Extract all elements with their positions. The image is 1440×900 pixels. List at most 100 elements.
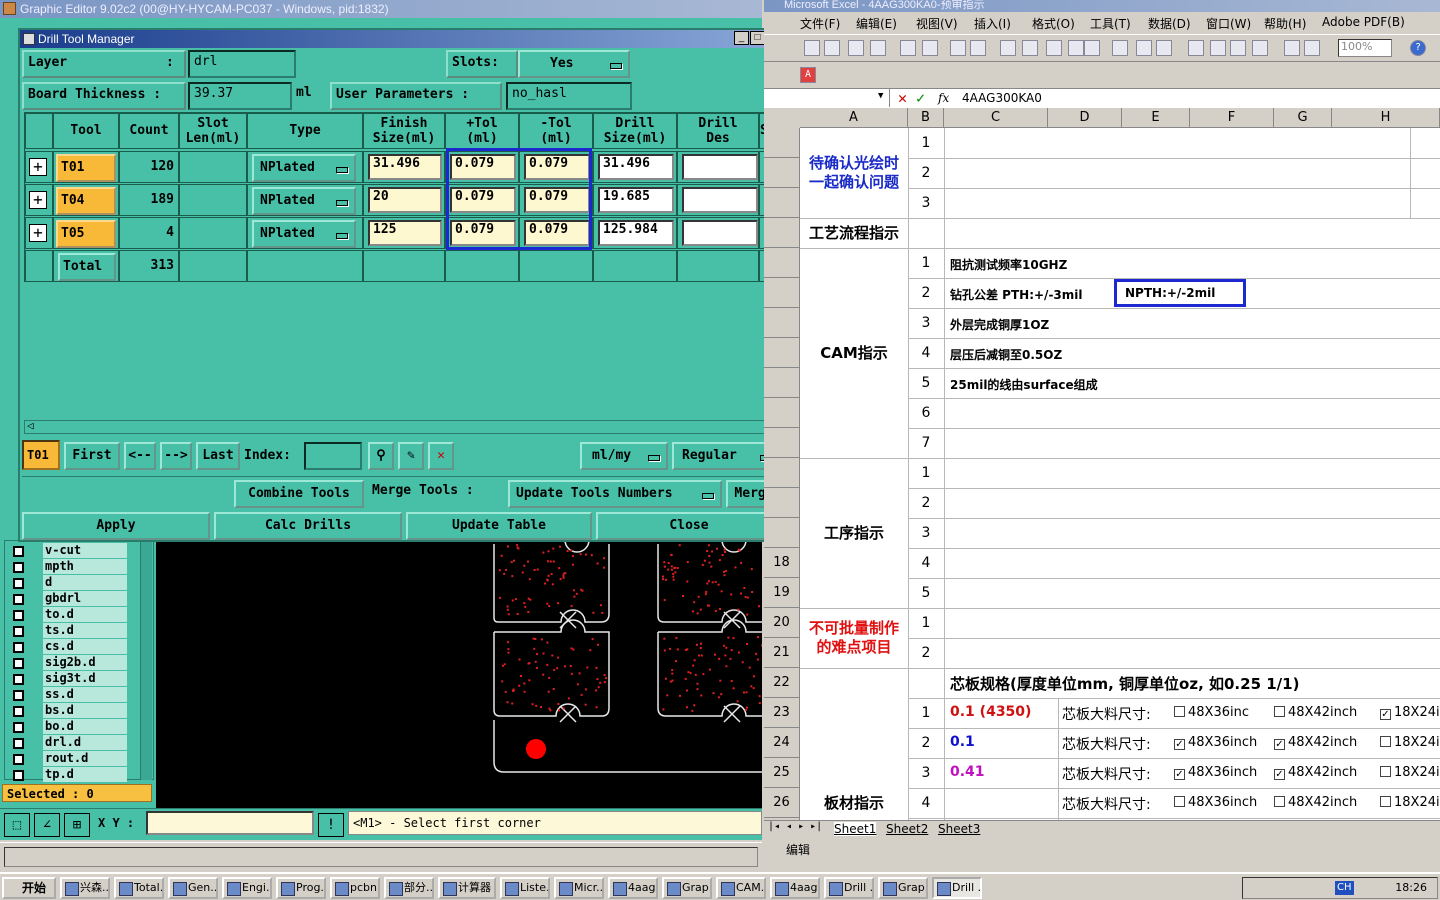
menu-item[interactable]: 文件(F) <box>800 15 840 32</box>
layer-name[interactable]: to.d <box>43 607 127 622</box>
graphic-canvas[interactable] <box>156 540 762 808</box>
tab-sheet3[interactable]: Sheet3 <box>938 822 980 836</box>
row-header[interactable]: 25 <box>764 758 800 788</box>
enter-icon[interactable]: ✓ <box>916 89 925 107</box>
tool-button[interactable]: T05 <box>56 220 116 248</box>
layer-name[interactable]: gbdrl <box>43 591 127 606</box>
toolbar-icon[interactable] <box>1084 40 1100 56</box>
tool-button[interactable]: T01 <box>56 154 116 182</box>
layer-list-scrollbar[interactable] <box>140 540 152 780</box>
layer-row[interactable]: sig2b.d <box>7 655 127 671</box>
column-header[interactable]: E <box>1122 108 1190 128</box>
toolbar-icon[interactable] <box>1068 40 1084 56</box>
formula-input[interactable]: 4AAG300KA0 <box>962 91 1042 105</box>
start-button[interactable]: 开始 <box>2 877 56 899</box>
language-indicator[interactable]: CH <box>1335 881 1354 895</box>
column-header[interactable]: F <box>1190 108 1274 128</box>
layer-checkbox[interactable] <box>13 706 24 717</box>
core-option[interactable]: ✓ 18X24i <box>1376 705 1440 720</box>
index-field[interactable] <box>304 442 362 470</box>
row-header[interactable] <box>764 218 800 248</box>
column-header[interactable]: B <box>908 108 944 128</box>
row-header[interactable]: 20 <box>764 608 800 638</box>
board-thickness-field[interactable]: 39.37 <box>188 82 292 110</box>
checkbox[interactable]: ✓ <box>1274 769 1285 780</box>
core-option[interactable]: 48X42inch <box>1270 795 1357 810</box>
name-box[interactable] <box>800 89 890 107</box>
row-header[interactable]: 22 <box>764 668 800 698</box>
layer-checkbox[interactable] <box>13 690 24 701</box>
close-button[interactable]: Close <box>596 512 782 540</box>
row-header[interactable] <box>764 338 800 368</box>
help-icon[interactable]: ? <box>1410 40 1426 56</box>
toolbar-icon[interactable] <box>1304 40 1320 56</box>
row-header[interactable] <box>764 488 800 518</box>
calc-drills-button[interactable]: Calc Drills <box>214 512 402 540</box>
taskbar-item[interactable]: Drill ... <box>932 877 982 899</box>
taskbar-item[interactable]: Engi... <box>222 877 272 899</box>
snap-icon[interactable]: ⬚ <box>4 813 30 837</box>
layer-row[interactable]: ss.d <box>7 687 127 703</box>
layer-name[interactable]: d <box>43 575 127 590</box>
toolbar-icon[interactable] <box>1136 40 1152 56</box>
toolbar-icon[interactable] <box>1112 40 1128 56</box>
toolbar-icon[interactable] <box>804 40 820 56</box>
slots-dropdown[interactable]: Yes <box>518 50 630 78</box>
toolbar-icon[interactable] <box>922 40 938 56</box>
layer-row[interactable]: sig3t.d <box>7 671 127 687</box>
row-header[interactable] <box>764 368 800 398</box>
layer-row[interactable]: d <box>7 575 127 591</box>
finish-size-input[interactable]: 31.496 <box>368 154 442 180</box>
menu-item[interactable]: Adobe PDF(B) <box>1322 15 1405 29</box>
combine-tools-button[interactable]: Combine Tools <box>234 480 364 508</box>
layer-row[interactable]: bs.d <box>7 703 127 719</box>
row-header[interactable]: 18 <box>764 548 800 578</box>
maximize-icon[interactable]: □ <box>750 31 765 45</box>
fx-icon[interactable]: fx <box>938 91 949 105</box>
taskbar-item[interactable]: Liste... <box>500 877 550 899</box>
taskbar-item[interactable]: Total... <box>114 877 164 899</box>
layer-name[interactable]: rout.d <box>43 751 127 766</box>
layer-checkbox[interactable] <box>13 562 24 573</box>
row-header[interactable] <box>764 398 800 428</box>
layer-field[interactable]: drl <box>188 50 296 78</box>
taskbar-item[interactable]: Micr... <box>554 877 604 899</box>
toolbar-icon[interactable] <box>1156 40 1172 56</box>
taskbar-item[interactable]: Prog... <box>276 877 326 899</box>
drill-size-input[interactable]: 31.496 <box>598 154 674 180</box>
layer-name[interactable]: ts.d <box>43 623 127 638</box>
edit-icon[interactable]: ✎ <box>398 442 424 470</box>
checkbox[interactable] <box>1174 796 1185 807</box>
layer-row[interactable]: gbdrl <box>7 591 127 607</box>
layer-name[interactable]: cs.d <box>43 639 127 654</box>
pdf-icon[interactable]: A <box>800 67 816 83</box>
layer-name[interactable]: bs.d <box>43 703 127 718</box>
core-option[interactable]: 48X36inch <box>1170 795 1257 810</box>
menu-item[interactable]: 插入(I) <box>974 15 1011 32</box>
toolbar-icon[interactable] <box>1230 40 1246 56</box>
tool-button[interactable]: T04 <box>56 187 116 215</box>
core-option[interactable]: 48X36inc <box>1170 705 1249 720</box>
layer-checkbox[interactable] <box>13 674 24 685</box>
layer-name[interactable]: v-cut <box>43 543 127 558</box>
toolbar-icon[interactable] <box>1188 40 1204 56</box>
expand-icon[interactable]: + <box>29 158 47 176</box>
angle-icon[interactable]: ∠ <box>34 813 60 837</box>
update-tools-numbers-dropdown[interactable]: Update Tools Numbers <box>508 480 722 508</box>
layer-row[interactable]: rout.d <box>7 751 127 767</box>
menu-item[interactable]: 窗口(W) <box>1206 15 1251 32</box>
layer-checkbox[interactable] <box>13 738 24 749</box>
xy-input[interactable] <box>146 811 314 835</box>
taskbar-item[interactable]: Gen... <box>168 877 218 899</box>
row-header[interactable] <box>764 278 800 308</box>
taskbar-item[interactable]: pcbn... <box>330 877 380 899</box>
core-option[interactable]: 18X24i <box>1376 795 1440 810</box>
layer-checkbox[interactable] <box>13 578 24 589</box>
zoom-select[interactable]: 100% <box>1338 39 1392 57</box>
tab-sheet1[interactable]: Sheet1 <box>834 822 877 836</box>
column-header[interactable]: A <box>800 108 908 128</box>
layer-name[interactable]: ss.d <box>43 687 127 702</box>
layer-row[interactable]: ts.d <box>7 623 127 639</box>
layer-checkbox[interactable] <box>13 754 24 765</box>
menu-item[interactable]: 数据(D) <box>1148 15 1191 32</box>
